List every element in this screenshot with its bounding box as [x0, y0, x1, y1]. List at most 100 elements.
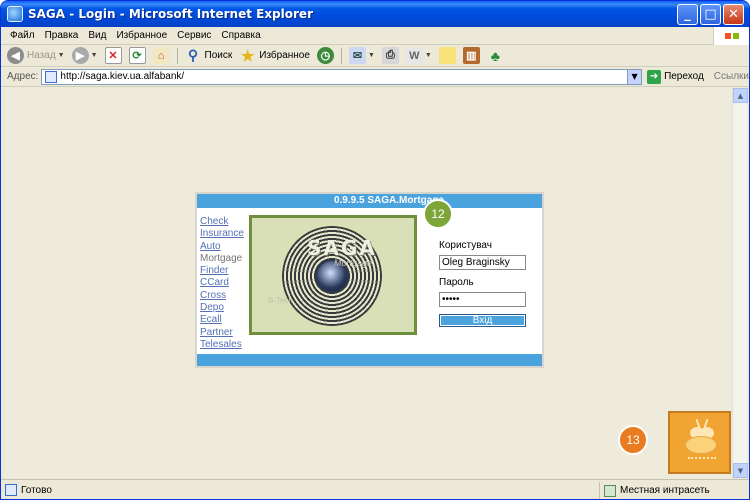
refresh-icon: ⟳ [128, 47, 146, 64]
chevron-down-icon: ▼ [57, 52, 65, 59]
nav-link-cross[interactable]: Cross [200, 290, 244, 302]
login-button[interactable]: Вхід [439, 314, 526, 327]
window-title: SAGA - Login - Microsoft Internet Explor… [28, 7, 313, 21]
messenger-button[interactable]: ♣ [487, 47, 504, 64]
menu-help[interactable]: Справка [216, 30, 265, 41]
logo-corner-text: B-Tech [268, 296, 293, 305]
toolbar: ◀ Назад ▼ ▶ ▼ ✕ ⟳ ⌂ ⚲ Поиск ★ Избранное … [1, 45, 749, 67]
refresh-button[interactable]: ⟳ [128, 47, 146, 64]
logo-subtitle: Mortgage [334, 258, 373, 268]
address-input[interactable]: http://saga.kiev.ua.alfabank/ ▼ [41, 68, 643, 85]
history-button[interactable]: ◷ [316, 47, 334, 64]
browser-window: SAGA - Login - Microsoft Internet Explor… [0, 0, 750, 500]
login-form: Користувач Пароль Вхід [439, 240, 531, 327]
print-button[interactable]: ⎙ [381, 47, 399, 64]
toolbar-separator [176, 47, 178, 64]
home-button[interactable]: ⌂ [152, 47, 170, 64]
chevron-down-icon: ▼ [367, 52, 375, 59]
nav-link-depo[interactable]: Depo [200, 302, 244, 314]
nav-link-partner[interactable]: Partner [200, 327, 244, 339]
messenger-icon: ♣ [490, 47, 500, 64]
scroll-down-icon[interactable]: ▼ [733, 463, 748, 478]
module-nav: Check Insurance Auto Mortgage Finder CCa… [200, 216, 244, 351]
books-icon: ▥ [462, 47, 480, 64]
scroll-up-icon[interactable]: ▲ [733, 88, 748, 103]
search-label: Поиск [204, 50, 233, 61]
minimize-button[interactable]: _ [677, 4, 698, 25]
menu-tools[interactable]: Сервис [172, 30, 216, 41]
login-panel: 0.9.9.5 SAGA.Mortgage Check Insurance Au… [195, 192, 544, 368]
logo-text: SAGA [307, 236, 377, 260]
nav-link-ecall[interactable]: Ecall [200, 314, 244, 326]
title-bar[interactable]: SAGA - Login - Microsoft Internet Explor… [1, 1, 749, 27]
chevron-down-icon: ▼ [424, 52, 432, 59]
research-button[interactable]: ▥ [462, 47, 480, 64]
bee-mascot-icon [668, 411, 731, 474]
nav-link-mortgage: Mortgage [200, 252, 243, 264]
nav-link-ccard[interactable]: CCard [200, 277, 244, 289]
callout-badge-12: 12 [423, 199, 453, 229]
windows-logo-icon [713, 27, 749, 45]
ie-icon [7, 6, 23, 22]
nav-link-finder[interactable]: Finder [200, 265, 244, 277]
password-field[interactable] [439, 292, 526, 307]
back-button[interactable]: ◀ Назад ▼ [7, 47, 65, 64]
note-icon [438, 47, 456, 64]
menu-bar: Файл Правка Вид Избранное Сервис Справка [1, 27, 749, 45]
home-icon: ⌂ [152, 47, 170, 64]
edit-button[interactable]: W ▼ [405, 47, 432, 64]
window-controls: _ □ ✕ [677, 4, 744, 25]
saga-logo: SAGA Mortgage B-Tech [249, 215, 417, 335]
menu-view[interactable]: Вид [83, 30, 111, 41]
forward-arrow-icon: ▶ [71, 47, 89, 64]
login-footer [197, 354, 542, 366]
login-header: 0.9.9.5 SAGA.Mortgage [197, 194, 542, 208]
favorites-button[interactable]: ★ Избранное [239, 47, 310, 65]
address-url: http://saga.kiev.ua.alfabank/ [60, 71, 185, 82]
edit-document-icon: W [405, 47, 423, 64]
callout-badge-13: 13 [618, 425, 648, 455]
toolbar-separator [340, 47, 342, 64]
menu-favorites[interactable]: Избранное [111, 30, 172, 41]
security-zone: Местная интрасеть [599, 482, 741, 499]
chevron-down-icon[interactable]: ▼ [627, 69, 642, 84]
go-label: Переход [664, 71, 704, 82]
nav-link-telesales[interactable]: Telesales [200, 339, 244, 351]
favorites-label: Избранное [259, 50, 310, 61]
address-bar: Адрес: http://saga.kiev.ua.alfabank/ ▼ ➔… [1, 67, 749, 87]
search-button[interactable]: ⚲ Поиск [185, 47, 233, 64]
menu-file[interactable]: Файл [5, 30, 40, 41]
page-icon [45, 70, 58, 83]
zone-text: Местная интрасеть [620, 485, 710, 496]
back-arrow-icon: ◀ [7, 47, 24, 64]
status-text: Готово [21, 484, 52, 496]
history-icon: ◷ [316, 47, 334, 64]
links-button[interactable]: Ссылки [714, 71, 749, 82]
stop-button[interactable]: ✕ [104, 47, 122, 64]
discuss-button[interactable] [438, 47, 456, 64]
stop-icon: ✕ [104, 47, 122, 64]
menu-edit[interactable]: Правка [40, 30, 84, 41]
star-icon: ★ [241, 47, 255, 65]
mail-icon: ✉ [348, 47, 366, 64]
nav-link-auto[interactable]: Auto [200, 241, 244, 253]
page-status-icon [5, 484, 17, 496]
password-label: Пароль [439, 277, 474, 288]
go-button[interactable]: ➔ Переход [647, 69, 704, 84]
forward-button[interactable]: ▶ ▼ [71, 47, 98, 64]
username-field[interactable] [439, 255, 526, 270]
nav-link-insurance[interactable]: Insurance [200, 228, 244, 240]
close-button[interactable]: ✕ [723, 4, 744, 25]
intranet-icon [604, 484, 616, 497]
search-icon: ⚲ [187, 47, 199, 63]
maximize-button[interactable]: □ [700, 4, 721, 25]
status-bar: Готово Местная интрасеть [1, 479, 749, 499]
chevron-down-icon: ▼ [90, 52, 98, 59]
mail-button[interactable]: ✉ ▼ [348, 47, 375, 64]
vertical-scrollbar[interactable]: ▲ ▼ [732, 88, 748, 478]
nav-link-check[interactable]: Check [200, 216, 244, 228]
address-label: Адрес: [7, 71, 39, 82]
username-label: Користувач [439, 240, 492, 251]
printer-icon: ⎙ [381, 47, 399, 64]
go-arrow-icon: ➔ [647, 69, 662, 84]
